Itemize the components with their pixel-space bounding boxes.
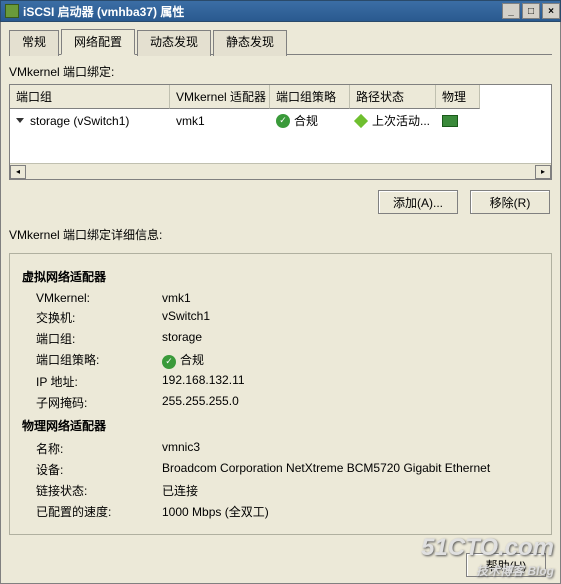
cell-path: 上次活动...: [372, 112, 430, 129]
k-name: 名称:: [22, 440, 162, 457]
scroll-left-icon[interactable]: ◂: [10, 165, 26, 179]
table-row[interactable]: storage (vSwitch1) vmk1 ✓ 合规 上次活动...: [10, 109, 551, 132]
title-bar: iSCSI 启动器 (vmhba37) 属性 _ □ ×: [0, 0, 561, 22]
v-switch: vSwitch1: [162, 309, 539, 326]
details-group: 虚拟网络适配器 VMkernel:vmk1 交换机:vSwitch1 端口组:s…: [9, 253, 552, 535]
k-policy: 端口组策略:: [22, 351, 162, 369]
v-ip: 192.168.132.11: [162, 373, 539, 390]
v-vmkernel: vmk1: [162, 291, 539, 305]
v-policy: ✓合规: [162, 351, 539, 369]
dialog-body: 常规 网络配置 动态发现 静态发现 VMkernel 端口绑定: 端口组 VMk…: [0, 22, 561, 584]
tab-dynamic-discovery[interactable]: 动态发现: [137, 30, 211, 56]
tab-general[interactable]: 常规: [9, 30, 59, 56]
status-ok-icon: ✓: [162, 355, 176, 369]
k-switch: 交换机:: [22, 309, 162, 326]
tab-strip: 常规 网络配置 动态发现 静态发现: [9, 28, 552, 55]
cell-portgroup: storage (vSwitch1): [30, 114, 129, 128]
grid-header: 端口组 VMkernel 适配器 端口组策略 路径状态 物理: [10, 85, 551, 109]
col-physical[interactable]: 物理: [436, 85, 480, 109]
k-portgroup: 端口组:: [22, 330, 162, 347]
window-buttons: _ □ ×: [500, 3, 560, 19]
expand-icon: [16, 118, 24, 123]
k-vmkernel: VMkernel:: [22, 291, 162, 305]
details-label: VMkernel 端口绑定详细信息:: [9, 226, 552, 243]
k-mask: 子网掩码:: [22, 394, 162, 411]
k-device: 设备:: [22, 461, 162, 478]
v-speed: 1000 Mbps (全双工): [162, 503, 539, 520]
path-status-icon: [354, 113, 368, 127]
col-adapter[interactable]: VMkernel 适配器: [170, 85, 270, 109]
remove-button[interactable]: 移除(R): [470, 190, 550, 214]
k-ip: IP 地址:: [22, 373, 162, 390]
cell-adapter: vmk1: [170, 109, 270, 132]
v-device: Broadcom Corporation NetXtreme BCM5720 G…: [162, 461, 539, 478]
minimize-button[interactable]: _: [502, 3, 520, 19]
horizontal-scrollbar[interactable]: ◂ ▸: [10, 163, 551, 179]
v-portgroup: storage: [162, 330, 539, 347]
nic-icon: [442, 115, 458, 127]
k-speed: 已配置的速度:: [22, 503, 162, 520]
cell-policy: 合规: [294, 112, 318, 129]
v-link: 已连接: [162, 482, 539, 499]
add-button[interactable]: 添加(A)...: [378, 190, 458, 214]
scroll-right-icon[interactable]: ▸: [535, 165, 551, 179]
physical-adapter-title: 物理网络适配器: [22, 417, 539, 434]
col-path[interactable]: 路径状态: [350, 85, 436, 109]
col-portgroup[interactable]: 端口组: [10, 85, 170, 109]
maximize-button[interactable]: □: [522, 3, 540, 19]
v-mask: 255.255.255.0: [162, 394, 539, 411]
v-name: vmnic3: [162, 440, 539, 457]
app-icon: [5, 4, 19, 18]
k-link: 链接状态:: [22, 482, 162, 499]
window-title: iSCSI 启动器 (vmhba37) 属性: [23, 3, 184, 20]
help-button[interactable]: 帮助(H): [466, 553, 546, 577]
status-ok-icon: ✓: [276, 114, 290, 128]
close-button[interactable]: ×: [542, 3, 560, 19]
col-policy[interactable]: 端口组策略: [270, 85, 350, 109]
tab-network-config[interactable]: 网络配置: [61, 29, 135, 55]
virtual-adapter-title: 虚拟网络适配器: [22, 268, 539, 285]
port-binding-label: VMkernel 端口绑定:: [9, 63, 552, 80]
binding-grid: 端口组 VMkernel 适配器 端口组策略 路径状态 物理 storage (…: [9, 84, 552, 180]
tab-static-discovery[interactable]: 静态发现: [213, 30, 287, 56]
